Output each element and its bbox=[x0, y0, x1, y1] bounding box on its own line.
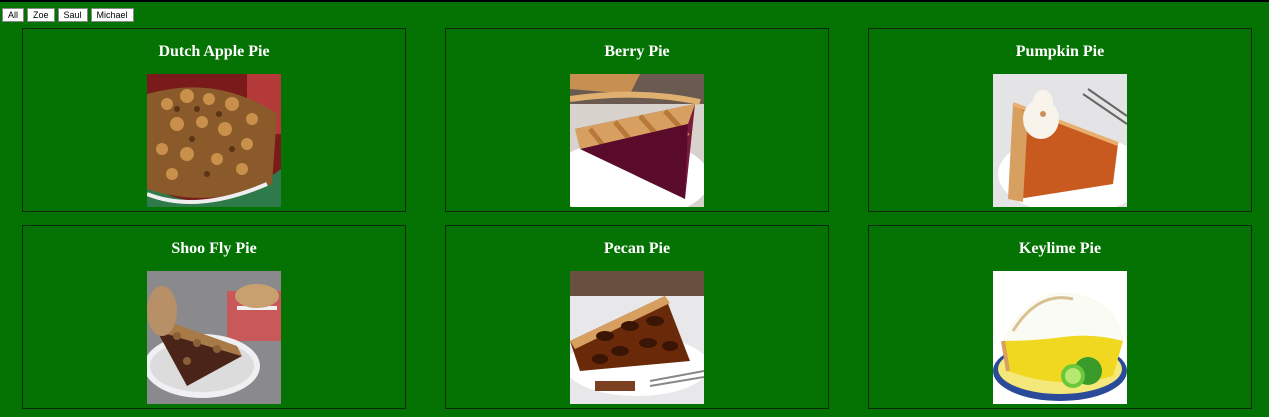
pecan-pie-image bbox=[570, 271, 704, 404]
pie-card-pecan: Pecan Pie bbox=[445, 225, 829, 409]
filter-button-michael[interactable]: Michael bbox=[90, 8, 134, 22]
pie-title: Dutch Apple Pie bbox=[158, 43, 270, 60]
filter-button-zoe[interactable]: Zoe bbox=[27, 8, 55, 22]
pie-card-berry: Berry Pie bbox=[445, 28, 829, 212]
pie-grid: Dutch Apple Pie Berry Pie Pumpkin Pie Sh… bbox=[22, 28, 1252, 409]
shoo-fly-pie-image bbox=[147, 271, 281, 404]
pie-title: Shoo Fly Pie bbox=[171, 240, 257, 257]
pie-title: Keylime Pie bbox=[1018, 240, 1102, 257]
pumpkin-pie-image bbox=[993, 74, 1127, 207]
filter-bar: All Zoe Saul Michael bbox=[2, 8, 134, 22]
filter-button-all[interactable]: All bbox=[2, 8, 25, 22]
keylime-pie-image bbox=[993, 271, 1127, 404]
pie-card-shoo-fly: Shoo Fly Pie bbox=[22, 225, 406, 409]
dutch-apple-pie-image bbox=[147, 74, 281, 207]
top-border bbox=[0, 0, 1269, 2]
pie-title: Berry Pie bbox=[604, 43, 670, 60]
pie-title: Pecan Pie bbox=[603, 240, 671, 257]
berry-pie-image bbox=[570, 74, 704, 207]
pie-card-pumpkin: Pumpkin Pie bbox=[868, 28, 1252, 212]
pie-title: Pumpkin Pie bbox=[1015, 43, 1105, 60]
filter-button-saul[interactable]: Saul bbox=[57, 8, 88, 22]
pie-card-keylime: Keylime Pie bbox=[868, 225, 1252, 409]
pie-card-dutch-apple: Dutch Apple Pie bbox=[22, 28, 406, 212]
